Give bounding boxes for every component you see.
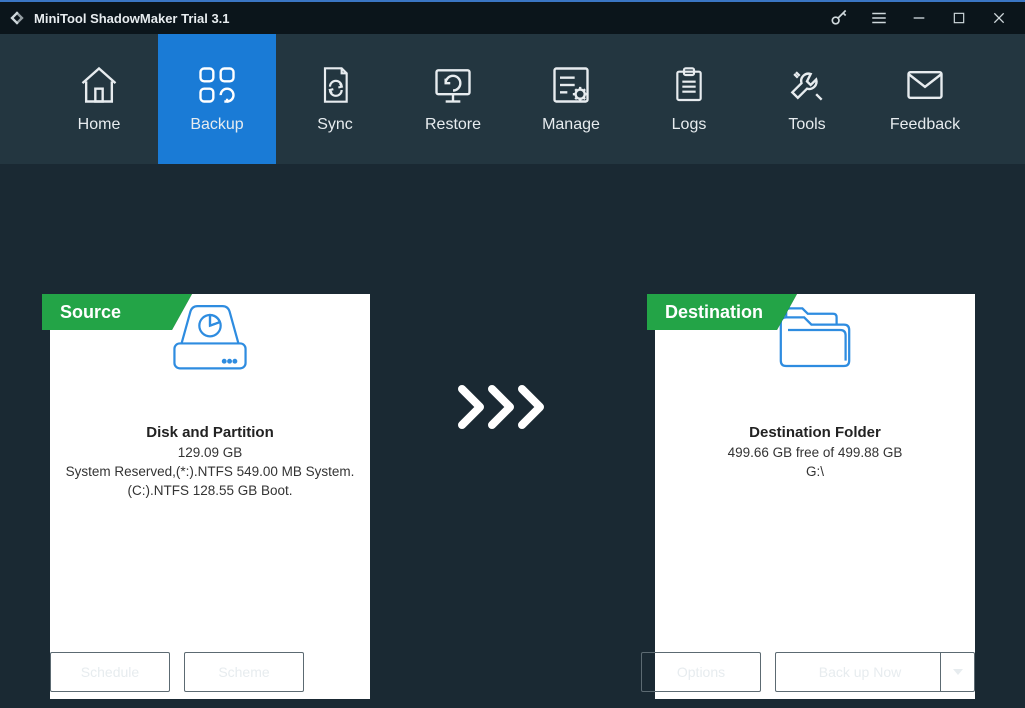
destination-path: G:\ [655, 464, 975, 479]
button-label: Options [677, 664, 725, 680]
source-header: Source [42, 294, 192, 330]
tab-label: Logs [672, 116, 707, 134]
button-label: Schedule [81, 664, 139, 680]
scheme-button[interactable]: Scheme [184, 652, 304, 692]
sync-icon [315, 64, 355, 106]
tab-logs[interactable]: Logs [630, 34, 748, 164]
schedule-button[interactable]: Schedule [50, 652, 170, 692]
source-size: 129.09 GB [50, 445, 370, 460]
menu-icon[interactable] [859, 2, 899, 34]
tab-feedback[interactable]: Feedback [866, 34, 984, 164]
button-label: Scheme [218, 664, 269, 680]
backup-content: Source Disk and Partition 129.09 GB Syst… [0, 164, 1025, 636]
tab-backup[interactable]: Backup [158, 34, 276, 164]
dropdown-caret-icon[interactable] [940, 653, 974, 691]
tools-icon [785, 64, 829, 106]
tab-label: Manage [542, 116, 600, 134]
tab-label: Backup [190, 116, 243, 134]
destination-size: 499.66 GB free of 499.88 GB [655, 445, 975, 460]
logs-icon [669, 64, 709, 106]
tab-label: Restore [425, 116, 481, 134]
footer-bar: Schedule Scheme Options Back up Now [0, 636, 1025, 708]
source-detail-2: (C:).NTFS 128.55 GB Boot. [50, 483, 370, 498]
home-icon [77, 64, 121, 106]
tab-label: Feedback [890, 116, 960, 134]
destination-title: Destination Folder [655, 424, 975, 441]
close-button[interactable] [979, 2, 1019, 34]
app-title: MiniTool ShadowMaker Trial 3.1 [34, 11, 230, 26]
source-detail-1: System Reserved,(*:).NTFS 549.00 MB Syst… [50, 464, 370, 479]
restore-icon [430, 64, 476, 106]
manage-icon [549, 64, 593, 106]
tab-label: Sync [317, 116, 353, 134]
minimize-button[interactable] [899, 2, 939, 34]
backup-now-button[interactable]: Back up Now [775, 652, 975, 692]
source-title: Disk and Partition [50, 424, 370, 441]
tab-home[interactable]: Home [40, 34, 158, 164]
tab-label: Tools [788, 116, 825, 134]
tab-manage[interactable]: Manage [512, 34, 630, 164]
arrow-icon [370, 204, 655, 609]
feedback-icon [902, 64, 948, 106]
destination-header: Destination [647, 294, 797, 330]
tab-tools[interactable]: Tools [748, 34, 866, 164]
app-logo-icon [6, 7, 28, 29]
nav-tabs: Home Backup Sync Restore [0, 34, 1025, 164]
tab-label: Home [78, 116, 121, 134]
options-button[interactable]: Options [641, 652, 761, 692]
button-label: Back up Now [819, 664, 901, 680]
maximize-button[interactable] [939, 2, 979, 34]
title-bar: MiniTool ShadowMaker Trial 3.1 [0, 2, 1025, 34]
key-icon[interactable] [819, 2, 859, 34]
tab-restore[interactable]: Restore [394, 34, 512, 164]
tab-sync[interactable]: Sync [276, 34, 394, 164]
backup-icon [195, 64, 239, 106]
